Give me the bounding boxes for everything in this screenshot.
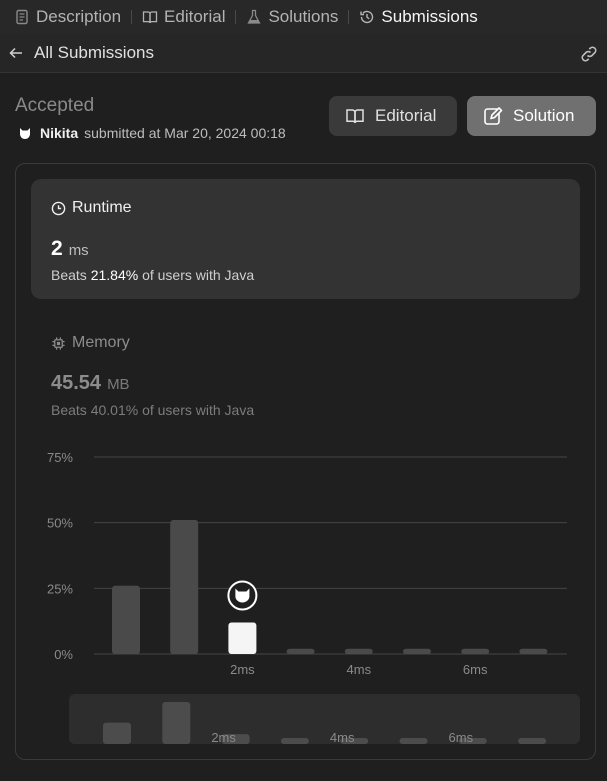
- beats-suffix: of users with Java: [142, 402, 255, 418]
- runtime-card[interactable]: Runtime 2 ms Beats 21.84% of users with …: [31, 179, 580, 299]
- runtime-value: 2 ms: [51, 237, 89, 261]
- x-tick-label: 4ms: [347, 662, 372, 677]
- navigator-tick-label: 2ms: [211, 730, 236, 744]
- y-tick-label: 50%: [47, 516, 73, 531]
- navigator-bar: [399, 738, 428, 744]
- beats-percent: 40.01%: [90, 402, 139, 418]
- y-tick-label: 25%: [47, 581, 73, 596]
- submission-header: All Submissions: [0, 34, 607, 73]
- avatar[interactable]: [16, 124, 34, 142]
- beats-prefix: Beats: [51, 267, 87, 283]
- book-icon: [346, 109, 364, 124]
- username[interactable]: Nikita: [40, 125, 78, 141]
- editorial-button-label: Editorial: [375, 106, 437, 125]
- y-tick-label: 75%: [47, 450, 73, 465]
- navigator-bar: [280, 738, 309, 744]
- memory-beats: Beats 40.01% of users with Java: [51, 402, 254, 418]
- runtime-unit: ms: [68, 242, 89, 259]
- tab-label: Description: [36, 7, 122, 26]
- navigator-bar: [162, 702, 191, 744]
- flask-icon: [247, 9, 262, 24]
- back-label: All Submissions: [34, 43, 154, 62]
- navigator-tick-label: 4ms: [330, 730, 355, 744]
- tab-bar: Description Editorial Solutions Submissi…: [0, 0, 607, 34]
- chip-icon: [52, 336, 65, 350]
- navigator-tick-label: 6ms: [449, 730, 474, 744]
- submission-status: Accepted: [15, 95, 95, 116]
- navigator-chart[interactable]: 2ms 4ms 6ms: [69, 694, 580, 745]
- tab-submissions[interactable]: Submissions: [355, 5, 481, 29]
- runtime-label: Runtime: [72, 199, 132, 216]
- back-to-submissions-link[interactable]: All Submissions: [8, 43, 154, 63]
- runtime-number: 2: [51, 237, 63, 260]
- bar[interactable]: [112, 585, 140, 654]
- history-icon: [360, 10, 374, 24]
- memory-value: 45.54 MB: [51, 372, 130, 395]
- x-tick-label: 2ms: [230, 662, 255, 677]
- tab-label: Submissions: [381, 7, 478, 26]
- submitted-time: submitted at Mar 20, 2024 00:18: [84, 125, 286, 141]
- chart-range-navigator[interactable]: 2ms 4ms 6ms: [69, 694, 580, 745]
- book-icon: [142, 11, 158, 24]
- tab-divider: [131, 10, 133, 24]
- solution-button[interactable]: Solution: [467, 96, 596, 136]
- tab-editorial[interactable]: Editorial: [138, 5, 229, 29]
- y-tick-label: 0%: [54, 647, 73, 662]
- navigator-bar: [518, 738, 547, 744]
- memory-number: 45.54: [51, 372, 102, 394]
- link-icon[interactable]: [579, 44, 599, 64]
- tab-divider: [348, 10, 350, 24]
- bar[interactable]: [519, 648, 548, 654]
- tab-label: Solutions: [268, 7, 339, 26]
- tab-label: Editorial: [164, 7, 226, 26]
- bar-highlighted[interactable]: [228, 622, 257, 654]
- tab-solutions[interactable]: Solutions: [242, 5, 342, 29]
- edit-icon: [484, 107, 503, 125]
- submission-byline: Nikita submitted at Mar 20, 2024 00:18: [16, 124, 286, 142]
- runtime-beats: Beats 21.84% of users with Java: [51, 267, 254, 283]
- runtime-title: Runtime: [51, 199, 132, 217]
- bar[interactable]: [170, 520, 199, 654]
- tab-divider: [235, 10, 237, 24]
- memory-label: Memory: [72, 334, 130, 351]
- clock-icon: [51, 201, 66, 215]
- bar[interactable]: [461, 648, 490, 654]
- bar[interactable]: [403, 648, 431, 654]
- bar[interactable]: [286, 648, 315, 654]
- editorial-button[interactable]: Editorial: [329, 96, 457, 136]
- beats-suffix: of users with Java: [142, 267, 255, 283]
- beats-prefix: Beats: [51, 402, 87, 418]
- memory-title[interactable]: Memory: [51, 334, 130, 352]
- bar[interactable]: [344, 648, 373, 654]
- memory-unit: MB: [107, 376, 130, 393]
- runtime-distribution-chart[interactable]: 0% 25% 50% 75% 2ms 4ms 6ms: [31, 440, 580, 680]
- navigator-bar: [103, 722, 131, 744]
- beats-percent: 21.84%: [90, 267, 139, 283]
- solution-button-label: Solution: [513, 106, 575, 125]
- arrow-left-icon: [9, 47, 22, 59]
- x-tick-label: 6ms: [463, 662, 488, 677]
- description-icon: [16, 9, 28, 25]
- tab-description[interactable]: Description: [10, 5, 125, 29]
